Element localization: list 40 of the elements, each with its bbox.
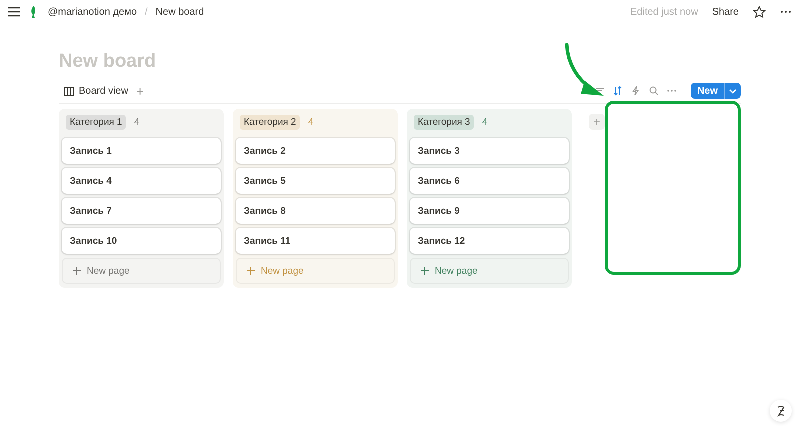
group-count: 4 bbox=[308, 117, 314, 128]
group-tag[interactable]: Категория 2 bbox=[240, 115, 300, 130]
board-card[interactable]: Запись 6 bbox=[410, 168, 569, 194]
group-tag[interactable]: Категория 3 bbox=[414, 115, 474, 130]
star-icon[interactable] bbox=[753, 6, 766, 18]
share-link[interactable]: Share bbox=[712, 6, 739, 18]
breadcrumb-workspace[interactable]: @marianotion демо bbox=[48, 6, 138, 18]
new-page-button[interactable]: New page bbox=[62, 258, 221, 284]
breadcrumb-page[interactable]: New board bbox=[156, 6, 204, 18]
board-card[interactable]: Запись 3 bbox=[410, 138, 569, 164]
more-icon[interactable] bbox=[780, 10, 792, 14]
help-button[interactable] bbox=[770, 400, 792, 422]
new-page-button[interactable]: New page bbox=[410, 258, 569, 284]
board-card[interactable]: Запись 12 bbox=[410, 228, 569, 254]
board-card[interactable]: Запись 1 bbox=[62, 138, 221, 164]
board-card[interactable]: Запись 9 bbox=[410, 198, 569, 224]
lightning-icon[interactable] bbox=[631, 86, 642, 96]
board-card[interactable]: Запись 7 bbox=[62, 198, 221, 224]
plus-icon bbox=[247, 267, 255, 275]
board-card[interactable]: Запись 8 bbox=[236, 198, 395, 224]
board-card[interactable]: Запись 2 bbox=[236, 138, 395, 164]
breadcrumb-separator: / bbox=[145, 6, 148, 18]
board-card[interactable]: Запись 11 bbox=[236, 228, 395, 254]
board-icon bbox=[64, 86, 74, 96]
sort-icon[interactable] bbox=[613, 86, 624, 96]
new-button[interactable]: New bbox=[691, 83, 741, 99]
group-tag[interactable]: Категория 1 bbox=[66, 115, 126, 130]
filter-icon[interactable] bbox=[595, 86, 606, 96]
help-icon bbox=[775, 405, 787, 417]
group-count: 4 bbox=[482, 117, 488, 128]
group-count: 4 bbox=[134, 117, 140, 128]
plus-icon bbox=[73, 267, 81, 275]
board-card[interactable]: Запись 4 bbox=[62, 168, 221, 194]
menu-icon[interactable] bbox=[8, 7, 20, 17]
plus-icon bbox=[421, 267, 429, 275]
board-view-tab[interactable]: Board view bbox=[59, 86, 128, 96]
search-icon[interactable] bbox=[649, 86, 660, 96]
board-card[interactable]: Запись 10 bbox=[62, 228, 221, 254]
edited-status: Edited just now bbox=[630, 6, 698, 18]
board-card[interactable]: Запись 5 bbox=[236, 168, 395, 194]
